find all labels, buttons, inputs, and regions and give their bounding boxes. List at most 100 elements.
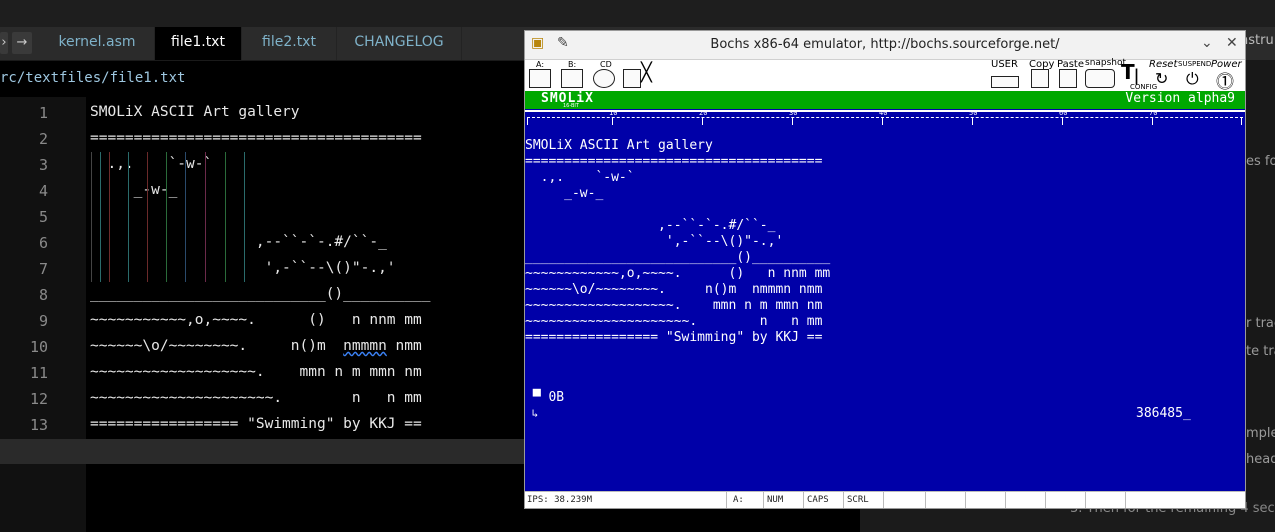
minimize-icon[interactable]: ⌄ xyxy=(1201,35,1213,51)
column-ruler: 10 20 30 40 50 60 70 xyxy=(525,109,1245,126)
line-number-gutter: 1234567891011121314 xyxy=(0,97,86,532)
code-line: ___________________________()__________ xyxy=(90,286,430,302)
side-panel-text: r trac xyxy=(1246,316,1275,331)
line-number: 10 xyxy=(29,338,48,356)
indent-guide xyxy=(244,152,245,282)
ruler-tick xyxy=(972,117,973,125)
code-line: ====================================== xyxy=(90,130,422,146)
code-text: ~~~~~~~~~~~~~~~~~~~. mmn n m mmn nm xyxy=(90,364,422,380)
vga-line: ====================================== xyxy=(525,154,823,169)
indent-guide xyxy=(166,152,167,282)
indent-guide xyxy=(185,152,186,282)
prompt-arrow: ↳ xyxy=(525,407,539,420)
file-path: rc/textfiles/file1.txt xyxy=(0,70,186,86)
side-panel-text: te tra xyxy=(1246,344,1275,359)
keyboard-icon[interactable] xyxy=(991,76,1019,88)
ruler-mark: 50 xyxy=(969,109,978,117)
tab-changelog[interactable]: CHANGELOG xyxy=(337,27,462,60)
line-number: 7 xyxy=(38,260,48,278)
paste-icon[interactable] xyxy=(1059,69,1077,88)
indent-guide xyxy=(205,152,206,282)
line-number: 9 xyxy=(38,312,48,330)
line-number: 1 xyxy=(38,104,48,122)
scroll-lock-indicator: SCRL xyxy=(847,495,869,505)
status-divider xyxy=(1045,492,1046,508)
ruler-tick xyxy=(792,117,793,125)
ruler-mark: 30 xyxy=(789,109,798,117)
line-number: 6 xyxy=(38,234,48,252)
code-line: ',-``--\()"-.,' xyxy=(90,260,396,276)
ips-readout: IPS: 38.239M xyxy=(527,495,593,505)
forward-arrow-icon[interactable]: → xyxy=(12,32,32,54)
code-text: nmm xyxy=(386,338,422,354)
status-divider xyxy=(1125,492,1126,508)
indent-guide xyxy=(100,152,101,282)
caps-lock-indicator: CAPS xyxy=(807,495,829,505)
vga-line: ',-``--\()"-.,' xyxy=(525,234,784,249)
ruler-mark: 40 xyxy=(879,109,888,117)
vga-line: ================= "Swimming" by KKJ == xyxy=(525,330,823,345)
code-line: SMOLiX ASCII Art gallery xyxy=(90,104,300,120)
status-divider xyxy=(763,492,764,508)
close-icon[interactable]: ✕ xyxy=(1226,35,1238,51)
line-number: 8 xyxy=(38,286,48,304)
vga-line: ~~~~~~~~~~~~,o,~~~~. () n nnm mm xyxy=(525,266,831,281)
indent-guide xyxy=(225,152,226,282)
status-divider xyxy=(803,492,804,508)
snapshot-label: snapshot xyxy=(1085,58,1127,68)
floppy-b-icon[interactable] xyxy=(561,69,583,88)
status-divider xyxy=(843,492,844,508)
status-divider xyxy=(726,492,727,508)
line-number: 13 xyxy=(29,416,48,434)
tab-kernel-asm[interactable]: kernel.asm xyxy=(40,27,155,60)
vga-line: _-w-_ xyxy=(525,186,604,201)
vga-line: ~~~~~~\o/~~~~~~~~. n()m nmmmn nmm xyxy=(525,282,823,297)
suspend-icon[interactable]: ⏻ xyxy=(1186,69,1199,89)
code-line: _-w-_ xyxy=(90,182,178,198)
line-number: 2 xyxy=(38,130,48,148)
vga-line: ,--``-`-.#/``-_ xyxy=(525,218,776,233)
status-divider xyxy=(883,492,884,508)
tab-file2-txt[interactable]: file2.txt xyxy=(242,27,337,60)
reset-icon[interactable]: ↻ xyxy=(1155,69,1168,88)
cdrom-icon[interactable] xyxy=(593,69,615,88)
num-lock-indicator: NUM xyxy=(767,495,784,505)
floppy-a-icon[interactable] xyxy=(529,69,551,88)
code-text: ================= "Swimming" by KKJ == xyxy=(90,416,422,432)
indent-guide xyxy=(91,152,92,282)
ruler-tick xyxy=(1241,117,1242,125)
smolix-header: SMOLiX 16-BIT Version alpha9 xyxy=(525,91,1245,109)
tab-file1-txt[interactable]: file1.txt xyxy=(155,27,242,60)
config-label: CONFIG xyxy=(1130,83,1158,91)
status-divider xyxy=(1085,492,1086,508)
bochs-title-bar[interactable]: ▣ ✎ Bochs x86-64 emulator, http://bochs.… xyxy=(525,31,1245,60)
status-divider xyxy=(965,492,966,508)
cdrom-label: CD xyxy=(600,60,612,69)
floppy-a-label: A: xyxy=(536,60,545,69)
config-icon[interactable]: T xyxy=(1121,60,1135,84)
prompt-line: ▀ 0B xyxy=(525,390,565,405)
spelling-squiggle-text: nmmmn xyxy=(343,338,387,354)
ruler-mark: 20 xyxy=(699,109,708,117)
line-number: 11 xyxy=(29,364,48,382)
back-arrow-icon[interactable]: › xyxy=(0,32,8,54)
code-text: ~~~~~~~~~~~,o,~~~~. () n nnm mm xyxy=(90,312,422,328)
counter-value: 386485_ xyxy=(1136,406,1191,421)
bochs-title: Bochs x86-64 emulator, http://bochs.sour… xyxy=(710,37,1060,52)
copy-icon[interactable] xyxy=(1031,69,1049,88)
code-text: ~~~~~~~~~~~~~~~~~~~~~. n n mm xyxy=(90,390,422,406)
smolix-version: Version alpha9 xyxy=(1125,91,1235,106)
line-number: 3 xyxy=(38,156,48,174)
bochs-status-bar: IPS: 38.239M A: NUM CAPS SCRL xyxy=(525,491,1245,508)
code-text: _-w-_ xyxy=(90,182,178,198)
drive-indicator: A: xyxy=(733,495,744,505)
side-panel-text: mple xyxy=(1246,426,1275,441)
emulator-screen[interactable]: SMOLiX 16-BIT Version alpha9 10 20 30 40… xyxy=(525,91,1245,491)
ruler-tick xyxy=(527,117,528,125)
smolix-logo-sub: 16-BIT xyxy=(563,103,579,109)
vga-line: SMOLiX ASCII Art gallery xyxy=(525,138,713,153)
snapshot-icon[interactable] xyxy=(1085,69,1115,88)
code-line: ,--``-`-.#/``-_ xyxy=(90,234,387,250)
mouse-icon[interactable] xyxy=(623,69,641,88)
code-text: ,--``-`-.#/``-_ xyxy=(90,234,387,250)
